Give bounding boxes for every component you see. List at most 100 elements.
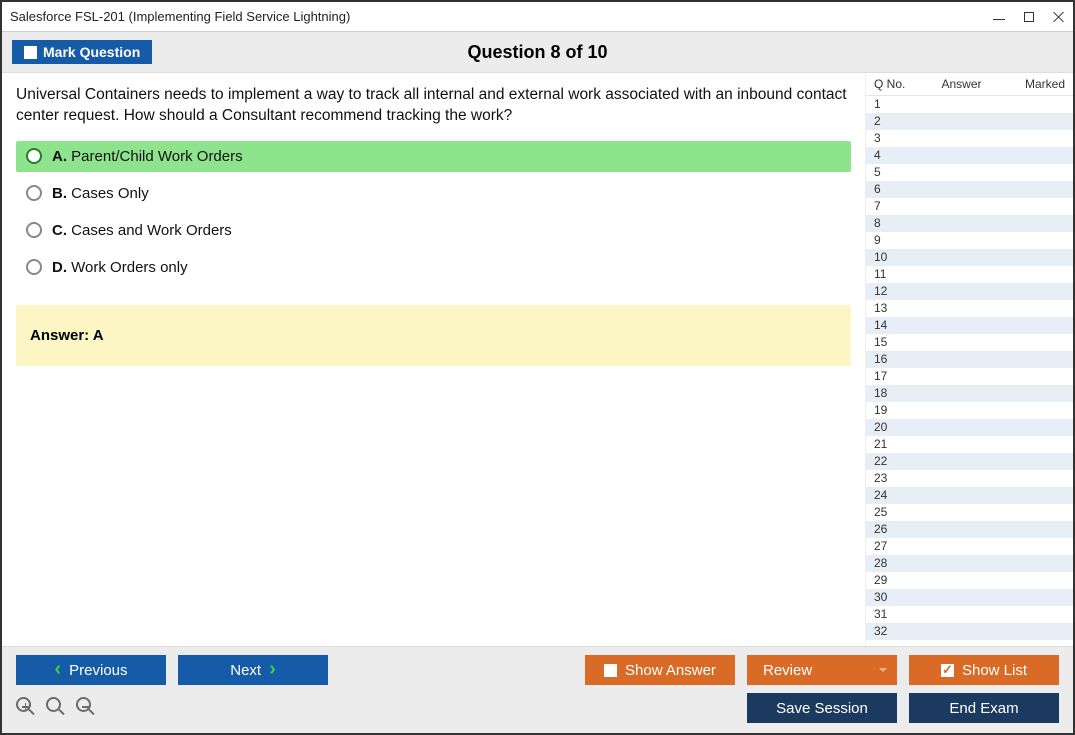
maximize-icon <box>1024 12 1034 22</box>
question-list-row[interactable]: 22 <box>866 453 1073 470</box>
show-list-button[interactable]: Show List <box>909 655 1059 685</box>
checkbox-icon <box>24 46 37 59</box>
answer-box: Answer: A <box>16 305 851 366</box>
zoom-in-button[interactable] <box>16 697 38 719</box>
question-number: 13 <box>874 300 914 317</box>
question-list-row[interactable]: 10 <box>866 249 1073 266</box>
option-c[interactable]: C. Cases and Work Orders <box>16 215 851 246</box>
question-list-row[interactable]: 13 <box>866 300 1073 317</box>
question-list-row[interactable]: 9 <box>866 232 1073 249</box>
question-list-row[interactable]: 18 <box>866 385 1073 402</box>
end-exam-button[interactable]: End Exam <box>909 693 1059 723</box>
question-number: 24 <box>874 487 914 504</box>
question-list-row[interactable]: 1 <box>866 96 1073 113</box>
window-title: Salesforce FSL-201 (Implementing Field S… <box>10 9 993 24</box>
question-number: 5 <box>874 164 914 181</box>
question-list-panel: Q No. Answer Marked 12345678910111213141… <box>865 73 1073 646</box>
question-number: 8 <box>874 215 914 232</box>
option-d[interactable]: D. Work Orders only <box>16 252 851 283</box>
zoom-out-button[interactable] <box>76 697 98 719</box>
question-number: 32 <box>874 623 914 640</box>
question-list-header: Q No. Answer Marked <box>866 73 1073 96</box>
col-qno: Q No. <box>874 77 914 91</box>
save-session-button[interactable]: Save Session <box>747 693 897 723</box>
close-button[interactable] <box>1053 11 1065 23</box>
question-list-row[interactable]: 30 <box>866 589 1073 606</box>
option-label: B. Cases Only <box>52 185 149 202</box>
question-list-row[interactable]: 24 <box>866 487 1073 504</box>
question-list-row[interactable]: 31 <box>866 606 1073 623</box>
question-list-row[interactable]: 27 <box>866 538 1073 555</box>
options-list: A. Parent/Child Work Orders B. Cases Only… <box>16 141 851 289</box>
question-list-row[interactable]: 17 <box>866 368 1073 385</box>
question-number: 19 <box>874 402 914 419</box>
question-list-row[interactable]: 16 <box>866 351 1073 368</box>
question-list-row[interactable]: 23 <box>866 470 1073 487</box>
option-b[interactable]: B. Cases Only <box>16 178 851 209</box>
review-label: Review <box>763 662 812 679</box>
question-list-row[interactable]: 29 <box>866 572 1073 589</box>
app-window: Salesforce FSL-201 (Implementing Field S… <box>0 0 1075 735</box>
maximize-button[interactable] <box>1023 11 1035 23</box>
radio-icon <box>26 222 42 238</box>
question-number: 7 <box>874 198 914 215</box>
review-dropdown[interactable]: Review <box>747 655 897 685</box>
question-list-row[interactable]: 26 <box>866 521 1073 538</box>
question-list-row[interactable]: 25 <box>866 504 1073 521</box>
question-text: Universal Containers needs to implement … <box>16 85 851 127</box>
save-session-label: Save Session <box>776 700 868 717</box>
question-number: 10 <box>874 249 914 266</box>
question-list-row[interactable]: 32 <box>866 623 1073 640</box>
main-area: Universal Containers needs to implement … <box>2 73 1073 646</box>
header-bar: Mark Question Question 8 of 10 <box>2 32 1073 73</box>
next-button[interactable]: Next <box>178 655 328 685</box>
question-list-row[interactable]: 15 <box>866 334 1073 351</box>
question-counter: Question 8 of 10 <box>2 42 1073 63</box>
question-list-row[interactable]: 19 <box>866 402 1073 419</box>
question-list-row[interactable]: 6 <box>866 181 1073 198</box>
show-answer-button[interactable]: Show Answer <box>585 655 735 685</box>
question-list-row[interactable]: 12 <box>866 283 1073 300</box>
show-list-label: Show List <box>962 662 1027 679</box>
question-number: 25 <box>874 504 914 521</box>
option-a[interactable]: A. Parent/Child Work Orders <box>16 141 851 172</box>
question-number: 15 <box>874 334 914 351</box>
question-number: 1 <box>874 96 914 113</box>
col-marked: Marked <box>1009 77 1065 91</box>
col-answer: Answer <box>914 77 1009 91</box>
previous-button[interactable]: Previous <box>16 655 166 685</box>
question-number: 23 <box>874 470 914 487</box>
question-list-row[interactable]: 4 <box>866 147 1073 164</box>
next-label: Next <box>230 662 261 679</box>
option-label: C. Cases and Work Orders <box>52 222 232 239</box>
radio-icon <box>26 148 42 164</box>
mark-question-button[interactable]: Mark Question <box>12 40 152 64</box>
question-list-row[interactable]: 5 <box>866 164 1073 181</box>
question-list-row[interactable]: 3 <box>866 130 1073 147</box>
option-label: A. Parent/Child Work Orders <box>52 148 243 165</box>
chevron-right-icon <box>269 662 276 679</box>
question-number: 29 <box>874 572 914 589</box>
toolbar-row-2: Save Session End Exam <box>16 693 1059 723</box>
question-list-row[interactable]: 14 <box>866 317 1073 334</box>
question-number: 18 <box>874 385 914 402</box>
question-panel: Universal Containers needs to implement … <box>2 73 865 646</box>
question-list-row[interactable]: 20 <box>866 419 1073 436</box>
question-list-row[interactable]: 21 <box>866 436 1073 453</box>
question-number: 28 <box>874 555 914 572</box>
radio-icon <box>26 185 42 201</box>
zoom-reset-button[interactable] <box>46 697 68 719</box>
question-list-row[interactable]: 2 <box>866 113 1073 130</box>
question-list-row[interactable]: 7 <box>866 198 1073 215</box>
question-number: 20 <box>874 419 914 436</box>
question-list-row[interactable]: 28 <box>866 555 1073 572</box>
question-list[interactable]: 1234567891011121314151617181920212223242… <box>866 96 1073 646</box>
option-label: D. Work Orders only <box>52 259 188 276</box>
question-number: 4 <box>874 147 914 164</box>
question-list-row[interactable]: 11 <box>866 266 1073 283</box>
question-number: 21 <box>874 436 914 453</box>
question-list-row[interactable]: 8 <box>866 215 1073 232</box>
minimize-button[interactable] <box>993 11 1005 23</box>
question-number: 2 <box>874 113 914 130</box>
titlebar: Salesforce FSL-201 (Implementing Field S… <box>2 2 1073 32</box>
